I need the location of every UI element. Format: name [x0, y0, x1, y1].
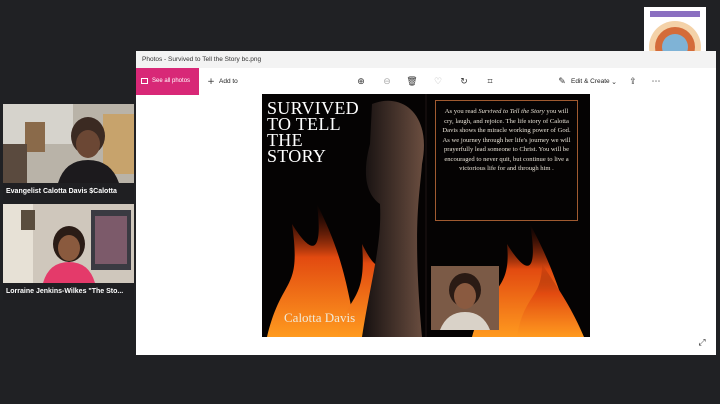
participant-video — [3, 204, 134, 283]
add-icon[interactable]: + — [205, 76, 217, 88]
photos-window: Photos - Survived to Tell the Story bc.p… — [136, 51, 716, 355]
see-all-label: See all photos — [152, 78, 191, 84]
blurb-body: you will cry, laugh, and rejoice. The li… — [442, 108, 571, 172]
participant-tile-lorraine[interactable]: Lorraine Jenkins-Wilkes "The Sto... — [3, 204, 134, 300]
more-icon[interactable]: ⋯ — [650, 76, 662, 88]
blurb-book-title: Survived to Tell the Story — [478, 108, 545, 115]
participant-name: Lorraine Jenkins-Wilkes "The Sto... — [3, 283, 134, 300]
back-cover-blurb: As you read Survived to Tell the Story y… — [435, 100, 578, 221]
share-icon[interactable]: ⇪ — [627, 76, 639, 88]
chevron-down-icon[interactable]: ⌄ — [608, 76, 620, 88]
crop-icon[interactable]: ⌗ — [484, 76, 496, 88]
book-cover-image: SURVIVED TO TELL THE STORY As you read S… — [262, 94, 590, 337]
zoom-in-icon[interactable]: ⊕ — [355, 76, 367, 88]
edit-create-button[interactable]: Edit & Create — [571, 68, 610, 95]
see-all-photos-button[interactable]: See all photos — [136, 68, 199, 95]
add-to-button[interactable]: Add to — [219, 68, 238, 95]
rotate-icon[interactable]: ↻ — [458, 76, 470, 88]
title-line: STORY — [267, 146, 327, 166]
blurb-intro: As you read — [444, 108, 479, 115]
delete-icon[interactable]: 🗑 — [406, 76, 418, 88]
expand-icon[interactable]: ⤢ — [696, 337, 708, 349]
window-title: Photos - Survived to Tell the Story bc.p… — [136, 51, 716, 68]
book-title: SURVIVED TO TELL THE STORY — [267, 99, 377, 166]
zoom-out-icon[interactable]: ⊖ — [381, 76, 393, 88]
heart-icon[interactable]: ♡ — [432, 76, 444, 88]
photos-icon — [141, 78, 148, 84]
participant-tile-calotta[interactable]: Evangelist Calotta Davis $Calotta — [3, 104, 134, 200]
participant-name: Evangelist Calotta Davis $Calotta — [3, 183, 134, 200]
edit-create-icon[interactable]: ✎ — [556, 76, 568, 88]
participant-video — [3, 104, 134, 183]
photos-toolbar: See all photos + Add to ⊕ ⊖ 🗑 ♡ ↻ ⌗ ✎ Ed… — [136, 68, 716, 95]
author-name: Calotta Davis — [284, 310, 356, 325]
